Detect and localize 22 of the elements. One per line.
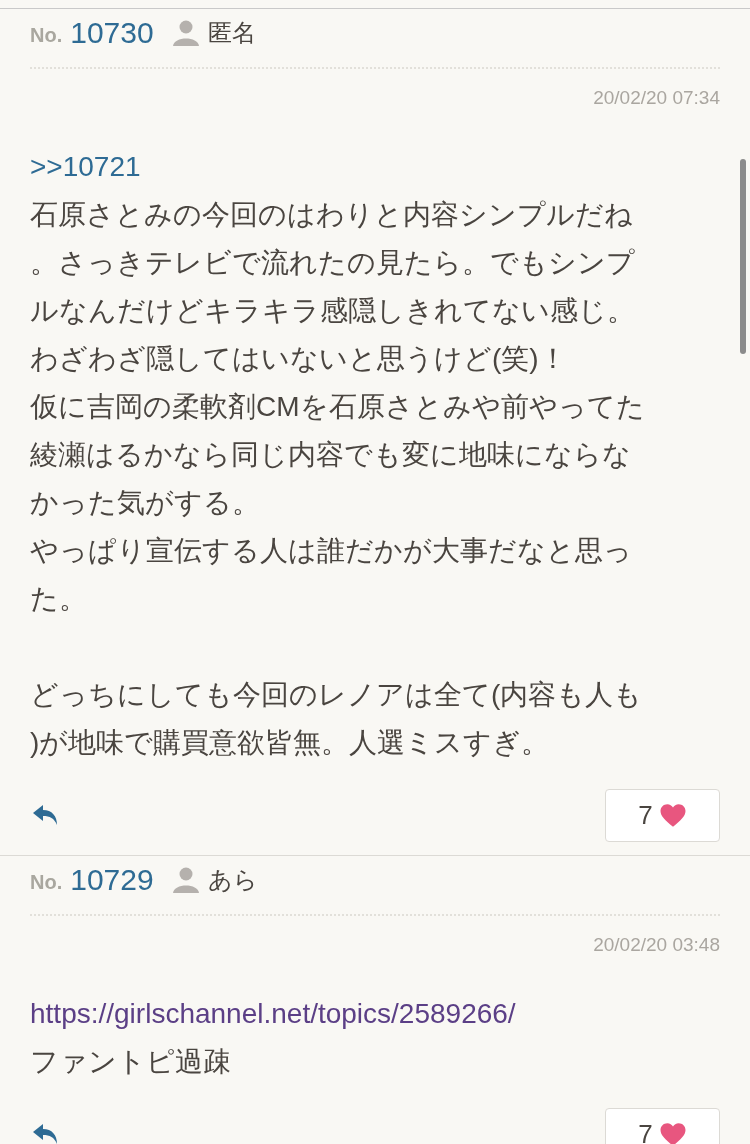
reply-icon[interactable] bbox=[32, 804, 60, 826]
reply-anchor-link[interactable]: >>10721 bbox=[30, 143, 141, 191]
heart-icon bbox=[658, 802, 687, 828]
like-button[interactable]: 7 bbox=[605, 788, 720, 842]
number-label: No. bbox=[30, 22, 63, 47]
url-link[interactable]: https://girlschannel.net/topics/2589266/ bbox=[30, 990, 516, 1038]
number-label: No. bbox=[30, 869, 63, 894]
user-icon bbox=[171, 19, 200, 47]
post-date: 20/02/20 07:34 bbox=[592, 87, 720, 109]
comment-text: ファントピ過疎 bbox=[30, 1045, 231, 1079]
heart-icon bbox=[658, 1121, 687, 1144]
reply-icon[interactable] bbox=[32, 1123, 60, 1144]
user-icon bbox=[171, 866, 200, 894]
post-number[interactable]: 10729 bbox=[70, 863, 154, 897]
author-name: 匿名 bbox=[207, 18, 256, 48]
comment-text: 石原さとみの今回のはわりと内容シンプルだね 。さっきテレビで流れたの見たら。でもシンプ ルなんだけどキラキラ感隠しきれてない感じ。 わざわざ隠してはいないと思うけど(笑)！ 仮に吉岡の柔軟剤CMを石原さとみや前やってた 綾瀬はるかなら同じ内容でも変に地味にならな かった気がする。 やっぱり宣伝する人は誰だかが大事だなと思っ た。 bbox=[30, 198, 645, 616]
like-button[interactable]: 7 bbox=[605, 1107, 720, 1144]
author-name: あら bbox=[207, 865, 258, 895]
comment-text: どっちにしても今回のレノアは全て(内容も人も )が地味で購買意欲皆無。人選ミスすぎ。 bbox=[30, 678, 643, 760]
post-date: 20/02/20 03:48 bbox=[592, 934, 720, 956]
post-number[interactable]: 10730 bbox=[70, 16, 154, 50]
scrollbar[interactable] bbox=[740, 159, 746, 354]
